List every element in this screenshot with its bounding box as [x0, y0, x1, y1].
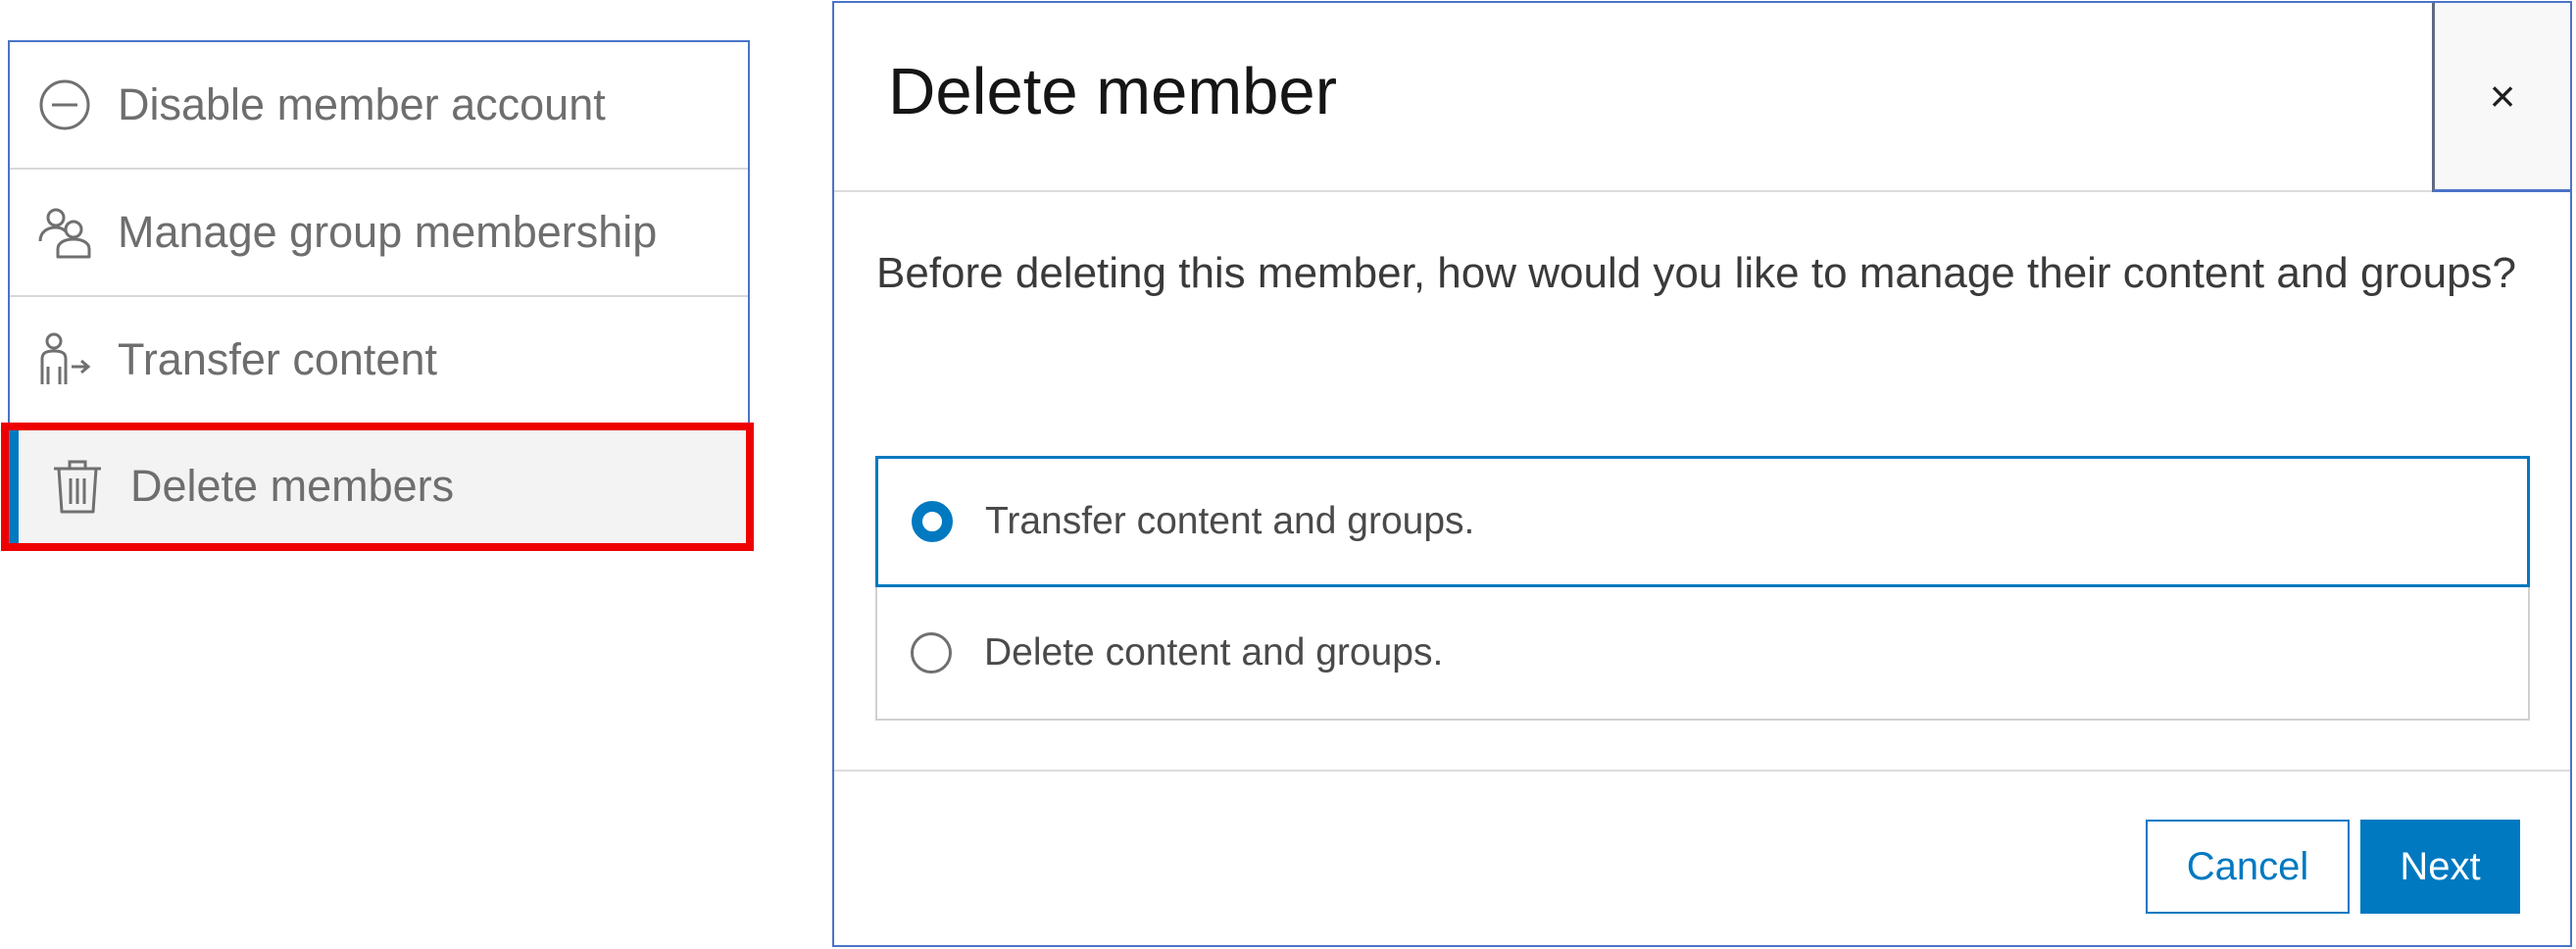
next-button[interactable]: Next [2360, 820, 2520, 914]
option-transfer-content[interactable]: Transfer content and groups. [875, 456, 2530, 587]
menu-item-label: Transfer content [118, 334, 437, 384]
trash-icon [48, 457, 107, 516]
cancel-button[interactable]: Cancel [2146, 820, 2350, 914]
dialog-question: Before deleting this member, how would y… [876, 249, 2517, 297]
option-label: Delete content and groups. [984, 630, 1444, 674]
option-label: Transfer content and groups. [985, 500, 1475, 542]
users-icon [35, 203, 94, 262]
close-button[interactable]: × [2432, 3, 2570, 192]
menu-item-label: Disable member account [118, 79, 606, 129]
menu-item-manage-group-membership[interactable]: Manage group membership [10, 170, 748, 297]
menu-item-delete-members[interactable]: Delete members [10, 425, 748, 548]
user-transfer-icon [35, 330, 94, 389]
menu-item-transfer-content[interactable]: Transfer content [10, 297, 748, 425]
close-icon: × [2489, 71, 2516, 122]
delete-member-dialog: Delete member × Before deleting this mem… [832, 1, 2572, 947]
dialog-footer: Cancel Next [834, 770, 2570, 945]
menu-item-label: Manage group membership [118, 207, 658, 257]
option-delete-content[interactable]: Delete content and groups. [875, 584, 2530, 721]
minus-circle-icon [35, 75, 94, 134]
radio-checked-icon[interactable] [912, 501, 953, 542]
member-action-menu: Disable member account Manage group memb… [8, 40, 750, 550]
dialog-header: Delete member × [834, 3, 2570, 192]
menu-item-label: Delete members [130, 461, 455, 511]
dialog-title: Delete member [888, 55, 1338, 128]
content-option-group: Transfer content and groups. Delete cont… [875, 456, 2530, 721]
radio-unchecked-icon[interactable] [911, 631, 952, 674]
menu-item-disable-member-account[interactable]: Disable member account [10, 42, 748, 170]
